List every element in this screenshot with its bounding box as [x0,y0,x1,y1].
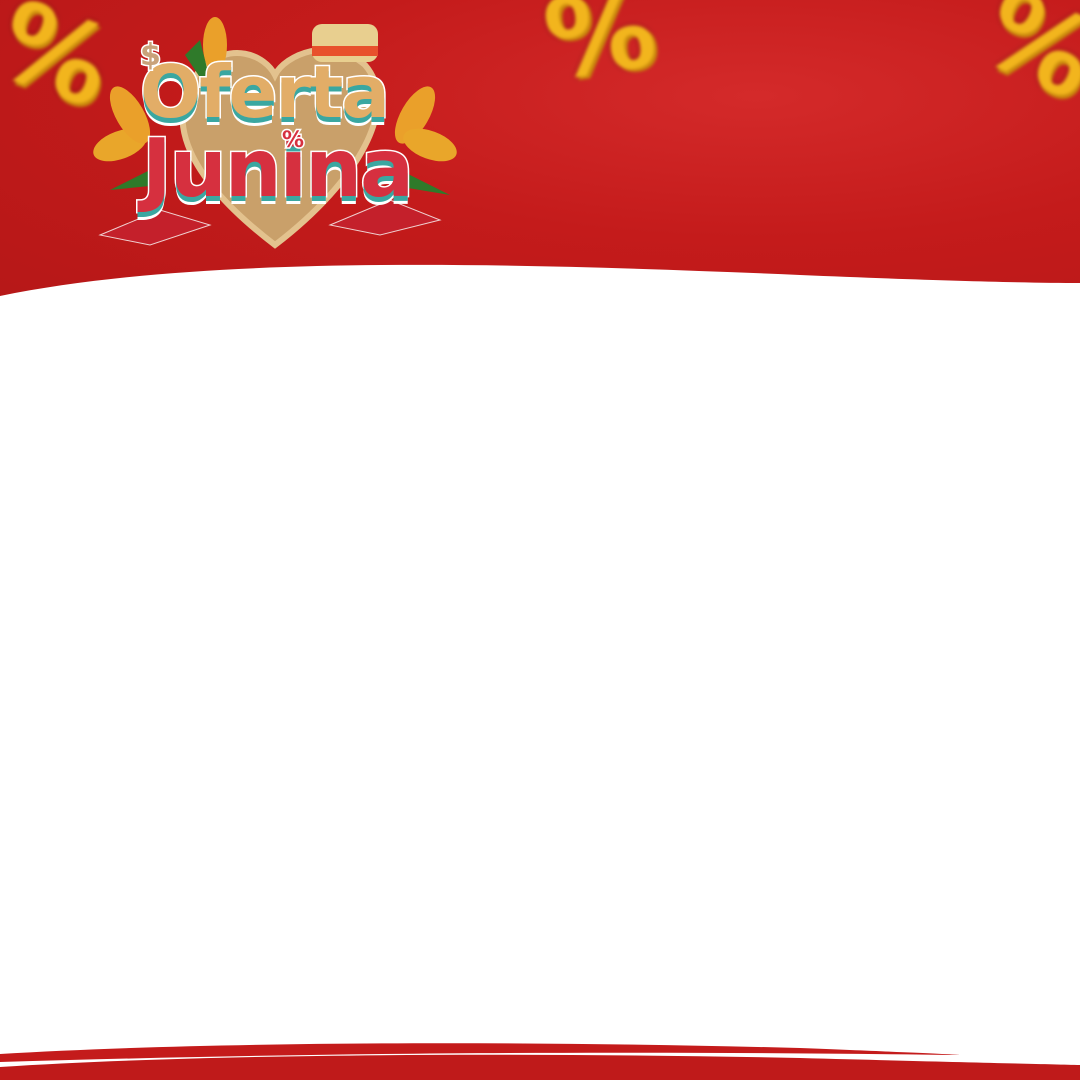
oferta-junina-logo: Oferta Junina $ % [90,10,460,255]
logo-text-junina: Junina [140,121,415,217]
header-banner: % % % Oferta Junina $ % [0,0,1080,320]
percent-icon: % [536,0,664,106]
wave-divider-bottom [0,1043,1080,1080]
percent-icon: % [280,127,305,155]
dollar-icon: $ [139,37,163,75]
footer-wave [0,1030,1080,1080]
